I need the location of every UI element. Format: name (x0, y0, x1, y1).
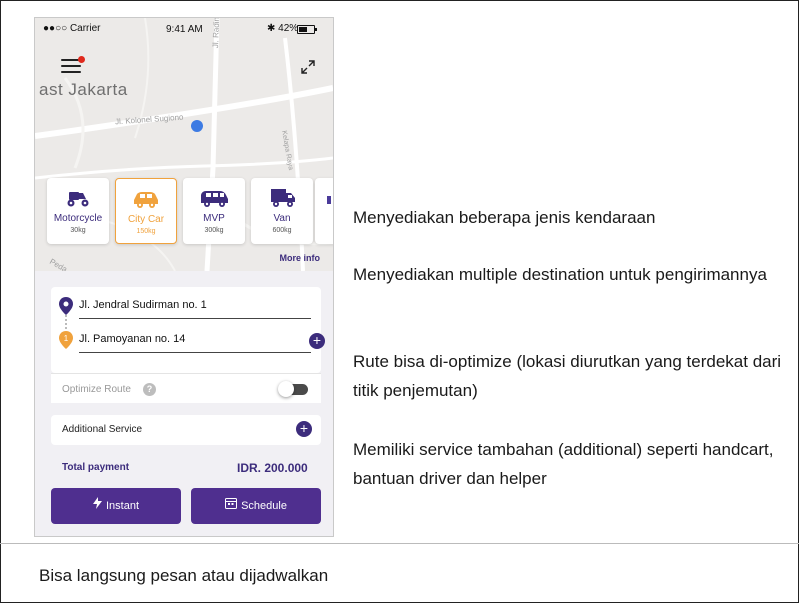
current-location-marker (191, 120, 203, 132)
feature-description: Rute bisa di-optimize (lokasi diurutkan … (353, 352, 782, 400)
stop-number: 1 (64, 334, 69, 343)
vehicle-capacity: 600kg (272, 227, 292, 234)
motorcycle-icon (47, 187, 109, 209)
van-icon (251, 187, 313, 209)
carrier-label: ●●○○ Carrier (43, 23, 101, 34)
vehicle-capacity: 30kg (70, 227, 86, 234)
schedule-button[interactable]: Schedule (191, 488, 321, 524)
schedule-label: Schedule (241, 500, 287, 513)
vehicle-option-next[interactable] (315, 178, 333, 244)
vehicle-name: Motorcycle (53, 213, 103, 224)
battery-icon (297, 25, 317, 34)
city-car-icon (116, 188, 176, 210)
more-info-link[interactable]: More info (280, 253, 321, 263)
destination-field[interactable]: Jl. Pamoyanan no. 14 (79, 327, 311, 353)
phone-screen: ●●○○ Carrier 9:41 AM ✱ 42% ast Jakarta J… (34, 17, 334, 537)
help-icon[interactable]: ? (143, 383, 156, 396)
mvp-icon (183, 187, 245, 209)
map-city-label: ast Jakarta (39, 80, 128, 99)
vehicle-name: MVP (203, 213, 225, 224)
battery-percent: ✱ 42% (267, 23, 299, 34)
vehicle-capacity: 300kg (204, 227, 224, 234)
feature-description: Menyediakan multiple destination untuk p… (353, 265, 767, 284)
status-bar: ●●○○ Carrier 9:41 AM ✱ 42% (35, 18, 333, 38)
optimize-route-toggle[interactable] (278, 381, 308, 397)
origin-field[interactable]: Jl. Jendral Sudirman no. 1 (79, 293, 311, 319)
expand-map-icon[interactable] (301, 60, 315, 74)
vehicle-option-motorcycle[interactable]: Motorcycle 30kg (47, 178, 109, 244)
feature-description: Menyediakan beberapa jenis kendaraan (353, 208, 656, 227)
vehicle-option-van[interactable]: Van 600kg (251, 178, 313, 244)
vehicle-name: Van (273, 213, 291, 224)
vehicle-name: City Car (127, 214, 165, 225)
destination-card: 1 Jl. Jendral Sudirman no. 1 Jl. Pamoyan… (51, 287, 325, 373)
instant-button[interactable]: Instant (51, 488, 181, 524)
additional-service-row[interactable]: Additional Service + (51, 415, 321, 445)
footer-caption: Bisa langsung pesan atau dijadwalkan (39, 566, 329, 585)
vehicle-capacity: 150kg (136, 228, 156, 235)
vehicle-option-city-car[interactable]: City Car 150kg (115, 178, 177, 244)
add-destination-button[interactable]: + (309, 333, 325, 349)
optimize-route-row: Optimize Route ? (51, 373, 321, 403)
vehicle-selector: Motorcycle 30kg City Car 150kg MVP 300kg… (47, 178, 333, 246)
feature-description: Memiliki service tambahan (additional) s… (353, 440, 774, 488)
clock: 9:41 AM (166, 24, 203, 35)
destination-pin-icon: 1 (59, 331, 73, 354)
lightning-icon (92, 488, 102, 524)
section-divider (0, 543, 799, 544)
route-connector (65, 315, 67, 329)
optimize-route-label: Optimize Route (62, 384, 131, 395)
add-service-button[interactable]: + (296, 421, 312, 437)
notification-dot (78, 56, 85, 63)
calendar-icon (225, 488, 238, 524)
total-payment-value: IDR. 200.000 (237, 461, 308, 475)
vehicle-option-mvp[interactable]: MVP 300kg (183, 178, 245, 244)
total-payment-label: Total payment (62, 462, 130, 473)
additional-service-label: Additional Service (62, 424, 143, 435)
instant-label: Instant (105, 500, 140, 513)
